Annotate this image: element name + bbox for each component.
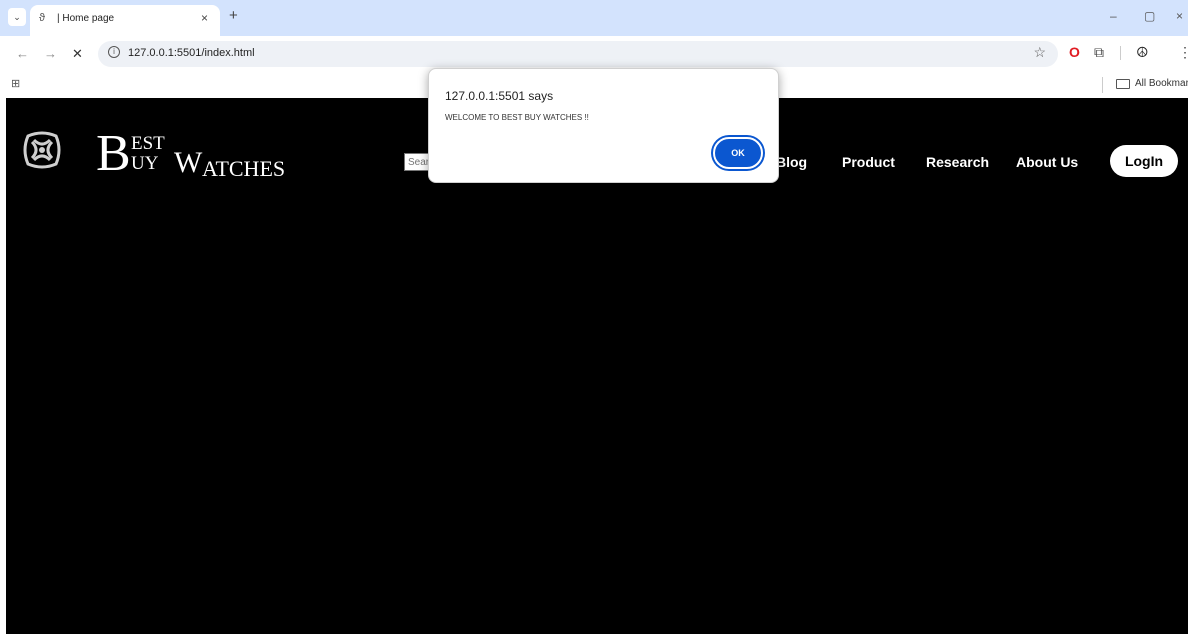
tab-title: | Home page: [57, 13, 115, 24]
nav-link-about-us[interactable]: About Us: [1016, 154, 1078, 170]
tab-strip: ⌄ ϑ | Home page × + – ▢ ×: [0, 0, 1188, 36]
tab-search-button[interactable]: ⌄: [8, 8, 26, 26]
stop-loading-button[interactable]: ✕: [72, 46, 83, 62]
alert-title: 127.0.0.1:5501 says: [445, 89, 554, 103]
logo-uy: UY: [131, 153, 159, 174]
all-bookmarks-link[interactable]: All Bookmarks: [1135, 78, 1188, 89]
close-window-button[interactable]: ×: [1176, 9, 1183, 23]
bookmarks-divider: [1102, 77, 1103, 93]
nav-link-research[interactable]: Research: [926, 154, 989, 170]
opera-extension-icon[interactable]: O: [1069, 44, 1080, 60]
new-tab-button[interactable]: +: [229, 7, 238, 24]
extensions-icon[interactable]: ⧉: [1094, 44, 1104, 61]
tab-favicon-icon: ϑ: [39, 12, 46, 24]
alert-message: WELCOME TO BEST BUY WATCHES !!: [445, 113, 589, 122]
profile-icon[interactable]: ☮: [1136, 44, 1149, 61]
tab-close-icon[interactable]: ×: [201, 11, 208, 25]
alert-dialog: 127.0.0.1:5501 says WELCOME TO BEST BUY …: [428, 68, 779, 183]
forward-button[interactable]: →: [44, 46, 57, 61]
folder-icon[interactable]: [1116, 79, 1130, 89]
back-button[interactable]: ←: [16, 46, 29, 61]
toolbar-divider: [1120, 46, 1121, 60]
nav-link-blog[interactable]: Blog: [776, 154, 807, 170]
logo-emblem-icon: [23, 131, 61, 169]
logo-letter-w: W: [174, 146, 203, 179]
login-button[interactable]: LogIn: [1110, 145, 1178, 177]
logo-est: EST: [131, 133, 165, 154]
restore-button[interactable]: ▢: [1144, 9, 1155, 23]
logo-atches: ATCHES: [202, 156, 286, 181]
apps-icon[interactable]: ⊞: [11, 77, 20, 90]
bookmark-star-icon[interactable]: ☆: [1033, 44, 1046, 61]
tab-home-page[interactable]: ϑ | Home page ×: [30, 5, 220, 36]
browser-window: ⌄ ϑ | Home page × + – ▢ × ← → ✕ i 127.0.…: [0, 0, 1188, 634]
browser-menu-icon[interactable]: ⋮: [1178, 44, 1188, 61]
url-text[interactable]: 127.0.0.1:5501/index.html: [128, 47, 255, 59]
minimize-button[interactable]: –: [1110, 9, 1117, 23]
alert-ok-button[interactable]: OK: [713, 137, 763, 169]
address-bar[interactable]: i 127.0.0.1:5501/index.html ☆: [98, 41, 1058, 67]
logo-letter-b-top: B: [96, 125, 131, 182]
browser-toolbar: ← → ✕ i 127.0.0.1:5501/index.html ☆: [0, 36, 1188, 72]
site-info-icon[interactable]: i: [108, 46, 120, 58]
nav-link-product[interactable]: Product: [842, 154, 895, 170]
